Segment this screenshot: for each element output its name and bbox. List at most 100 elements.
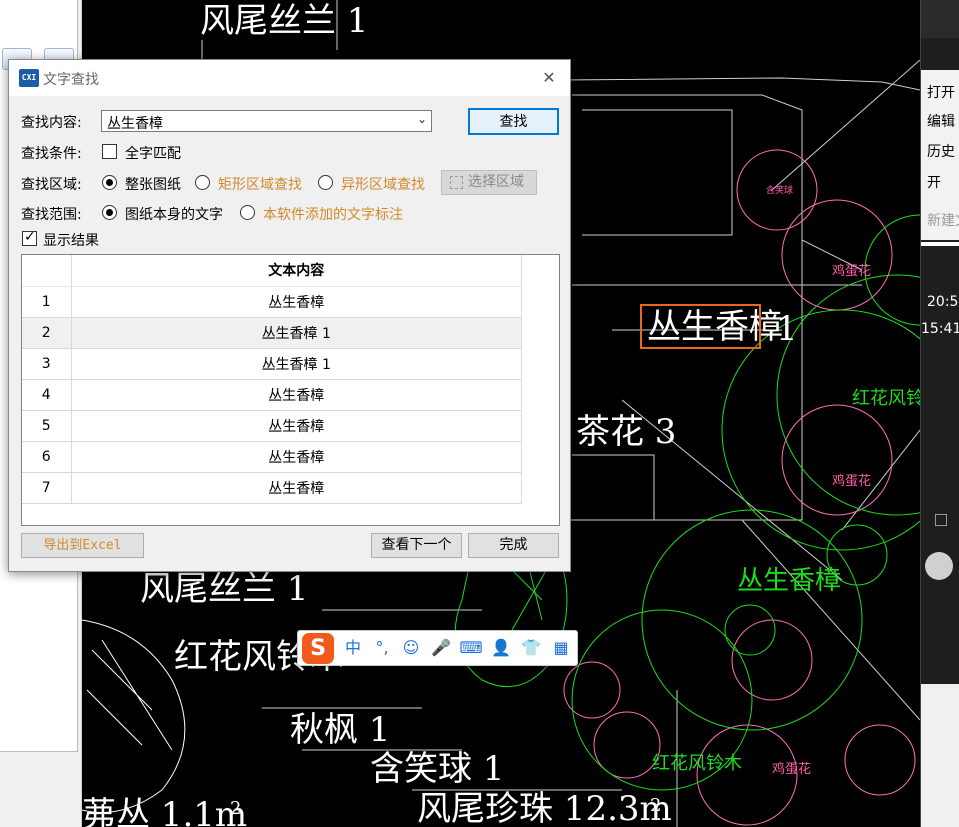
region-radio-rectangle[interactable] bbox=[195, 175, 210, 190]
ime-microphone-icon[interactable]: 🎤 bbox=[429, 637, 453, 659]
cad-label: 秋枫 1 bbox=[290, 710, 391, 750]
cad-label: 1 bbox=[776, 309, 798, 349]
table-row[interactable]: 5 丛生香樟 bbox=[22, 410, 522, 442]
dialog-titlebar[interactable]: CXI 文字查找 ✕ bbox=[9, 60, 570, 96]
find-button[interactable]: 查找 bbox=[468, 108, 559, 135]
cad-label-pink: 鸡蛋花 bbox=[772, 762, 812, 777]
whole-word-checkbox[interactable] bbox=[102, 144, 117, 159]
row-index: 5 bbox=[22, 410, 72, 442]
row-text: 丛生香樟 1 bbox=[71, 317, 522, 349]
ime-chinese-mode[interactable]: 中 bbox=[341, 637, 365, 659]
cad-label: 风尾丝兰 1 bbox=[140, 569, 309, 609]
ime-punctuation-icon[interactable]: °, bbox=[370, 637, 394, 659]
right-window-top-strip bbox=[921, 0, 959, 38]
scope-option-drawing-text[interactable]: 图纸本身的文字 bbox=[125, 204, 223, 224]
scope-radio-drawing-text[interactable] bbox=[102, 205, 117, 220]
row-text: 丛生香樟 bbox=[71, 410, 522, 442]
row-index: 4 bbox=[22, 379, 72, 411]
row-index: 2 bbox=[22, 317, 72, 349]
row-text: 丛生香樟 bbox=[71, 286, 522, 318]
region-option-irregular[interactable]: 异形区域查找 bbox=[341, 174, 425, 194]
region-label: 查找区域: bbox=[21, 177, 82, 193]
cad-label-green: 红花风铃木 bbox=[652, 753, 742, 774]
cad-label: 茶花 3 bbox=[576, 412, 677, 452]
select-area-button[interactable]: 选择区域 bbox=[441, 170, 537, 195]
table-row-selected[interactable]: 2 丛生香樟 1 bbox=[22, 317, 522, 349]
table-header-row: 文本内容 bbox=[22, 255, 522, 287]
chevron-down-icon[interactable]: ⌄ bbox=[417, 112, 427, 126]
row-text: 丛生香樟 bbox=[71, 472, 522, 504]
sogou-logo-icon[interactable]: S bbox=[302, 633, 334, 664]
table-header-index bbox=[22, 255, 72, 287]
table-header-content: 文本内容 bbox=[71, 255, 522, 287]
cad-label: 风尾丝兰 1 bbox=[200, 1, 369, 41]
cad-label: 风尾珍珠 12.3m bbox=[417, 789, 672, 827]
select-area-label: 选择区域 bbox=[468, 174, 524, 190]
region-option-whole-drawing[interactable]: 整张图纸 bbox=[125, 174, 181, 194]
menu-item-open[interactable]: 打开 bbox=[927, 82, 955, 102]
find-content-combobox[interactable]: 丛生香樟 ⌄ bbox=[101, 110, 432, 132]
cad-label-superscript: 2 bbox=[650, 795, 662, 816]
ime-skin-icon[interactable]: 👕 bbox=[519, 637, 543, 659]
menu-item-edit[interactable]: 编辑 bbox=[927, 111, 955, 131]
cad-label-pink: 含笑球 bbox=[766, 186, 794, 196]
table-row[interactable]: 7 丛生香樟 bbox=[22, 472, 522, 504]
right-window-divider bbox=[921, 242, 959, 246]
region-radio-whole-drawing[interactable] bbox=[102, 175, 117, 190]
close-icon[interactable]: ✕ bbox=[539, 68, 559, 88]
find-content-label: 查找内容: bbox=[21, 115, 82, 131]
dialog-title: 文字查找 bbox=[43, 72, 99, 88]
ime-toolbar[interactable]: S 中 °, ☺ 🎤 ⌨ 👤 👕 ▦ bbox=[297, 630, 578, 666]
cad-label: 含笑球 1 bbox=[370, 749, 505, 789]
whole-word-label[interactable]: 全字匹配 bbox=[125, 143, 181, 163]
scope-radio-software-annotations[interactable] bbox=[240, 205, 255, 220]
app-logo-icon: CXI bbox=[19, 69, 39, 87]
cad-label: 茀丛 1.1m bbox=[82, 795, 248, 827]
menu-item-history[interactable]: 历史 bbox=[927, 141, 955, 161]
cad-label-pink: 鸡蛋花 bbox=[832, 264, 872, 279]
cad-label-green: 红花风铃木 bbox=[852, 388, 920, 409]
select-area-icon bbox=[450, 176, 463, 189]
done-button[interactable]: 完成 bbox=[468, 533, 559, 558]
export-excel-button[interactable]: 导出到Excel bbox=[21, 533, 144, 558]
time-label: 20:5 bbox=[927, 294, 959, 310]
show-results-checkbox[interactable] bbox=[22, 229, 37, 246]
menu-item-open-short[interactable]: 开 bbox=[927, 172, 941, 192]
row-text: 丛生香樟 1 bbox=[71, 348, 522, 380]
cad-label-green: 丛生香樟 bbox=[737, 566, 842, 596]
find-content-value[interactable]: 丛生香樟 bbox=[107, 113, 163, 133]
ime-emoji-icon[interactable]: ☺ bbox=[399, 637, 423, 659]
row-text: 丛生香樟 bbox=[71, 379, 522, 411]
window-checkbox-icon[interactable] bbox=[935, 514, 947, 526]
row-index: 6 bbox=[22, 441, 72, 473]
table-row[interactable]: 3 丛生香樟 1 bbox=[22, 348, 522, 380]
region-radio-irregular[interactable] bbox=[318, 175, 333, 190]
scope-label: 查找范围: bbox=[21, 207, 82, 223]
show-results-label[interactable]: 显示结果 bbox=[43, 230, 99, 250]
row-index: 7 bbox=[22, 472, 72, 504]
time-label: 15:41 bbox=[921, 321, 959, 337]
results-table: 文本内容 1 丛生香樟 2 丛生香樟 1 3 丛生香樟 1 4 丛生香樟 5 丛生香樟 6… bbox=[22, 255, 522, 504]
ime-keyboard-icon[interactable]: ⌨ bbox=[459, 637, 483, 659]
row-index: 3 bbox=[22, 348, 72, 380]
table-row[interactable]: 6 丛生香樟 bbox=[22, 441, 522, 473]
condition-label: 查找条件: bbox=[21, 146, 82, 162]
right-window-bottom-area bbox=[921, 684, 959, 827]
row-text: 丛生香樟 bbox=[71, 441, 522, 473]
ime-toolbox-icon[interactable]: ▦ bbox=[549, 637, 573, 659]
ime-user-icon[interactable]: 👤 bbox=[489, 637, 513, 659]
cad-label-superscript: 2 bbox=[230, 798, 242, 819]
table-row[interactable]: 1 丛生香樟 bbox=[22, 286, 522, 318]
row-index: 1 bbox=[22, 286, 72, 318]
scope-option-software-annotations[interactable]: 本软件添加的文字标注 bbox=[263, 204, 403, 224]
table-row[interactable]: 4 丛生香樟 bbox=[22, 379, 522, 411]
text-find-dialog: CXI 文字查找 ✕ 查找内容: 丛生香樟 ⌄ 查找 查找条件: 全字匹配 查找… bbox=[8, 59, 571, 572]
view-next-button[interactable]: 查看下一个 bbox=[371, 533, 462, 558]
results-table-container[interactable]: 文本内容 1 丛生香樟 2 丛生香樟 1 3 丛生香樟 1 4 丛生香樟 5 丛生香樟 6… bbox=[21, 254, 560, 526]
search-highlight-box bbox=[640, 304, 761, 349]
avatar[interactable] bbox=[925, 552, 953, 580]
right-side-window: 打开 编辑 历史 开 新建文 20:5 15:41 bbox=[920, 0, 959, 827]
region-option-rectangle[interactable]: 矩形区域查找 bbox=[218, 174, 302, 194]
cad-label-pink: 鸡蛋花 bbox=[832, 474, 872, 489]
menu-item-new[interactable]: 新建文 bbox=[927, 210, 959, 230]
